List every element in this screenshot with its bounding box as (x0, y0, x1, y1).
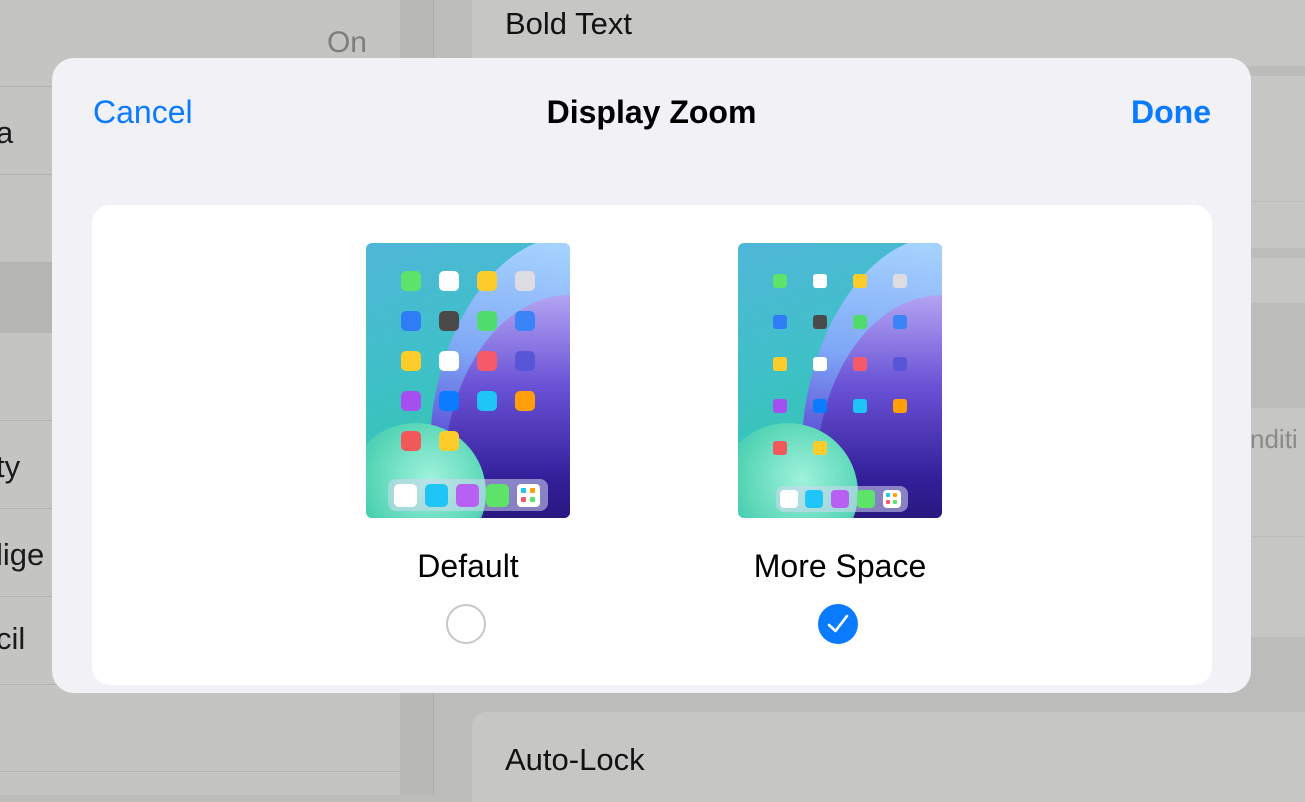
default-preview-image (366, 243, 570, 518)
zoom-options-card: Default More Space (92, 205, 1212, 685)
option-more-space-label: More Space (753, 548, 927, 584)
default-radio-button[interactable] (446, 604, 486, 644)
sidebar-row-label: a (0, 115, 14, 150)
display-zoom-sheet: Cancel Display Zoom Done Default More Sp… (52, 58, 1251, 693)
option-more-space[interactable]: More Space (709, 205, 969, 685)
more-space-preview-image (738, 243, 942, 518)
sidebar-row (0, 685, 400, 772)
sidebar-row-label: cil (0, 621, 26, 656)
sheet-title: Display Zoom (546, 94, 757, 130)
checkmark-icon (827, 614, 849, 633)
bold-text-label: Bold Text (505, 6, 632, 41)
option-default[interactable]: Default (338, 205, 598, 685)
detail-fragment-label: nditi (1250, 424, 1298, 454)
option-default-label: Default (417, 548, 519, 584)
auto-lock-label: Auto-Lock (505, 742, 645, 777)
sidebar-row-label: lige (0, 537, 45, 572)
sidebar-row-label: ty (0, 449, 21, 484)
done-button[interactable]: Done (1131, 94, 1211, 131)
more-space-radio-button[interactable] (818, 604, 858, 644)
